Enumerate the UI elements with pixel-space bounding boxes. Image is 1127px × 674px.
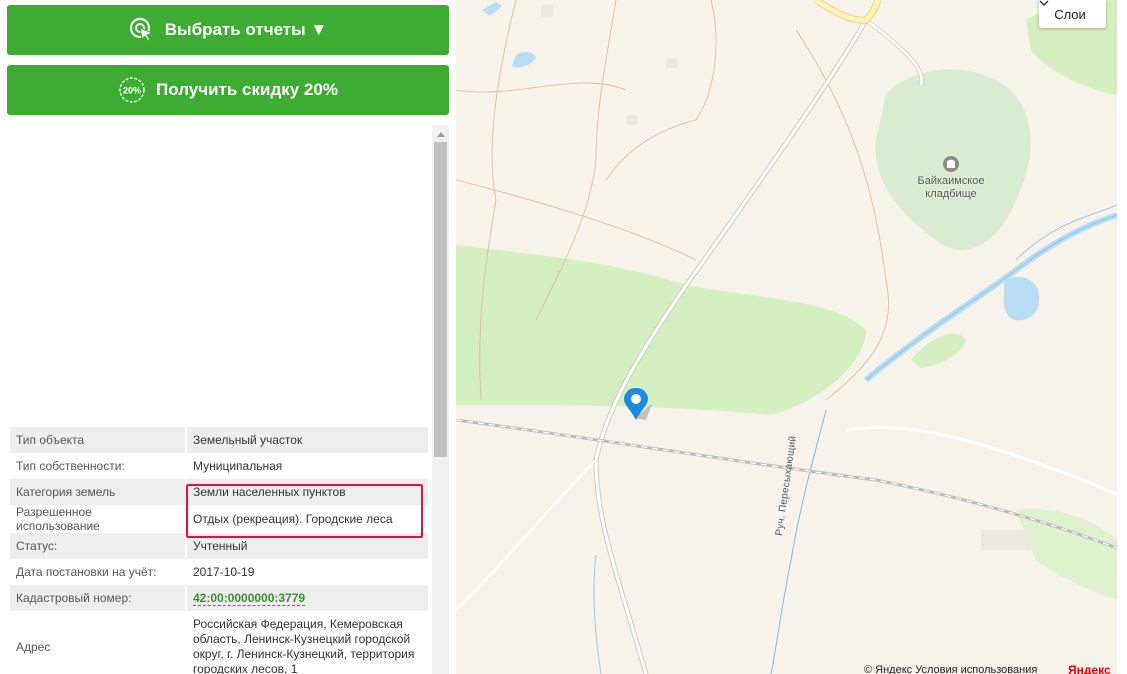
right-edge <box>1117 0 1127 674</box>
yandex-logo[interactable]: Яндекс <box>1068 663 1111 674</box>
info-value: Учтенный <box>185 533 428 559</box>
map-copyright[interactable]: © Яндекс Условия использования <box>864 664 1037 674</box>
info-row-land-category: Категория земель Земли населенных пункто… <box>10 479 428 505</box>
info-row-ownership: Тип собственности: Муниципальная <box>10 453 428 479</box>
info-key: Дата постановки на учёт: <box>16 565 157 579</box>
select-reports-label: Выбрать отчеты ▼ <box>164 20 328 39</box>
scroll-up-arrow-icon[interactable] <box>432 125 449 142</box>
info-row-status: Статус: Учтенный <box>10 533 428 559</box>
info-key: Разрешенное использование <box>16 505 100 533</box>
info-row-permitted-use: Разрешенное использование Отдых (рекреац… <box>10 505 428 533</box>
scrollbar-thumb[interactable] <box>434 142 447 457</box>
info-value-cell: 42:00:0000000:3779 <box>185 585 428 611</box>
info-key: Адрес <box>16 640 51 654</box>
left-panel: Выбрать отчеты ▼ 20% Получить скидку 20%… <box>0 0 456 674</box>
cemetery-label: Байкаимское кладбище <box>906 175 996 201</box>
info-key: Статус: <box>10 533 186 559</box>
info-value: Земли населенных пунктов <box>185 479 428 505</box>
info-panel-scrollbar[interactable] <box>432 125 449 674</box>
cemetery-label-line1: Байкаимское <box>917 175 985 187</box>
cursor-click-icon <box>129 17 155 43</box>
object-info-panel[interactable]: Тип объекта Земельный участок Тип собств… <box>7 125 449 674</box>
map-view[interactable]: Слои Байкаимское кладбище Руч. Пересыхаю… <box>456 0 1117 674</box>
map-canvas <box>456 0 1117 674</box>
info-key: Тип объекта <box>10 427 186 453</box>
info-value: Муниципальная <box>185 453 428 479</box>
layers-label: Слои <box>1054 6 1086 22</box>
object-info-table: Тип объекта Земельный участок Тип собств… <box>10 427 428 674</box>
info-row-object-type: Тип объекта Земельный участок <box>10 427 428 453</box>
info-row-registration-date: Дата постановки на учёт: 2017-10-19 <box>10 559 428 585</box>
info-value: Земельный участок <box>185 427 428 453</box>
app-root: Выбрать отчеты ▼ 20% Получить скидку 20%… <box>0 0 1127 674</box>
info-row-address: Адрес Российская Федерация, Кемеровская … <box>10 611 428 674</box>
info-value: Отдых (рекреация). Городские леса <box>185 505 428 533</box>
info-key: Категория земель <box>10 479 186 505</box>
select-reports-button[interactable]: Выбрать отчеты ▼ <box>7 5 449 55</box>
cadastral-number-link[interactable]: 42:00:0000000:3779 <box>193 591 306 606</box>
get-discount-label: Получить скидку 20% <box>156 80 338 99</box>
discount-badge-text: 20% <box>123 86 141 96</box>
discount-badge-icon: 20% <box>118 76 146 104</box>
info-value: Российская Федерация, Кемеровская област… <box>185 611 428 674</box>
info-key: Тип собственности: <box>16 459 125 473</box>
cemetery-label-line2: кладбище <box>925 188 977 200</box>
info-value: 2017-10-19 <box>185 559 428 585</box>
info-row-cadastral-number: Кадастровый номер: 42:00:0000000:3779 <box>10 585 428 611</box>
get-discount-button[interactable]: 20% Получить скидку 20% <box>7 65 449 115</box>
layers-button[interactable]: Слои <box>1039 0 1106 28</box>
info-key: Кадастровый номер: <box>10 585 186 611</box>
